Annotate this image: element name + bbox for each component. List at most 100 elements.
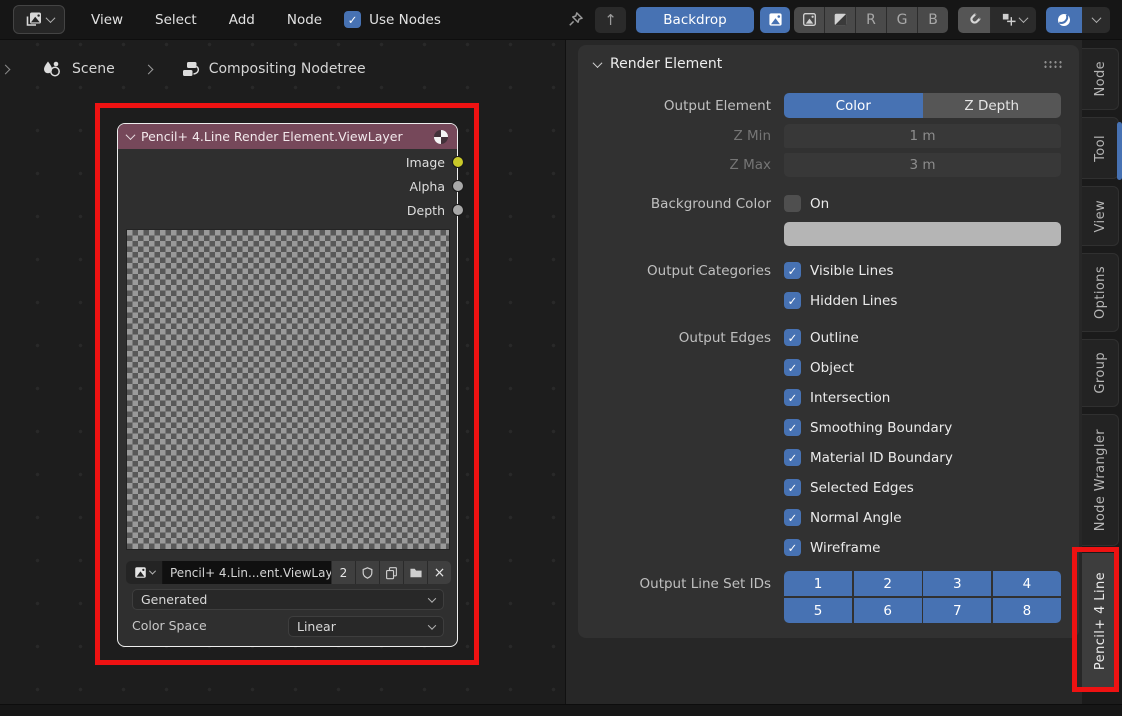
nodetree-icon — [180, 60, 201, 78]
line-set-id-7[interactable]: 7 — [923, 598, 991, 623]
line-set-id-6[interactable]: 6 — [854, 598, 922, 623]
image-alpha-button[interactable] — [794, 7, 825, 33]
row-line-set-ids-2: 5 6 7 8 — [578, 598, 1079, 623]
checkbox-icon: ✓ — [784, 539, 801, 556]
magnet-icon — [967, 12, 982, 27]
breadcrumb-scene[interactable]: Scene — [72, 61, 115, 77]
line-set-id-1[interactable]: 1 — [784, 571, 852, 596]
chevron-right-icon[interactable] — [1, 64, 11, 74]
check-icon: ✓ — [788, 361, 798, 375]
check-icon: ✓ — [788, 511, 798, 525]
checkbox-label: Material ID Boundary — [810, 450, 953, 466]
chevron-down-icon — [1092, 13, 1102, 23]
checkbox-label: Object — [810, 360, 854, 376]
line-set-id-2[interactable]: 2 — [854, 571, 922, 596]
row-line-set-ids-1: Output Line Set IDs 1 2 3 4 — [578, 571, 1079, 596]
node-header[interactable]: Pencil+ 4.Line Render Element.ViewLayer — [118, 124, 457, 149]
row-z-max: Z Max 3 m — [578, 152, 1079, 177]
pencil-line-render-element-node[interactable]: Pencil+ 4.Line Render Element.ViewLayer … — [117, 123, 458, 647]
scrollbar[interactable] — [1117, 122, 1122, 180]
image-source-dropdown[interactable]: Generated — [132, 589, 444, 610]
background-color-toggle[interactable]: On — [784, 195, 1061, 212]
chevron-down-icon[interactable] — [593, 58, 603, 68]
z-max-field[interactable]: 3 m — [784, 153, 1061, 177]
checkbox-selected-edges[interactable]: ✓ Selected Edges — [784, 479, 1061, 496]
overlays-dropdown[interactable] — [1083, 7, 1110, 33]
checkbox-outline[interactable]: ✓ Outline — [784, 329, 1061, 346]
tab-group[interactable]: Group — [1082, 339, 1119, 407]
checkbox-icon: ✓ — [784, 479, 801, 496]
drag-dots-icon[interactable] — [1043, 60, 1063, 69]
checkbox-intersection[interactable]: ✓ Intersection — [784, 389, 1061, 406]
color-space-dropdown[interactable]: Linear — [288, 616, 444, 637]
duplicate-image-button[interactable] — [379, 561, 403, 584]
pin-icon[interactable] — [567, 11, 584, 28]
socket-image[interactable] — [452, 156, 464, 168]
browse-image-button[interactable] — [126, 561, 163, 584]
image-color-channel-button[interactable] — [760, 7, 790, 33]
snap-target-icon — [1001, 12, 1016, 27]
field-label: Background Color — [578, 196, 771, 212]
line-set-id-3[interactable]: 3 — [923, 571, 991, 596]
checkbox-hidden-lines[interactable]: ✓ Hidden Lines — [784, 292, 1061, 309]
menu-select[interactable]: Select — [139, 0, 213, 40]
menu-node[interactable]: Node — [271, 0, 338, 40]
users-count-button[interactable]: 2 — [331, 561, 355, 584]
panel-header[interactable]: Render Element — [578, 45, 1079, 72]
checkbox-icon: ✓ — [784, 262, 801, 279]
checkbox-icon: ✓ — [784, 509, 801, 526]
row-outline: Output Edges ✓ Outline — [578, 325, 1079, 350]
socket-alpha[interactable] — [452, 180, 464, 192]
snap-settings-dropdown[interactable] — [991, 7, 1036, 33]
tab-label: Node Wrangler — [1093, 429, 1108, 531]
image-datablock-row: Pencil+ 4.Lin...ent.ViewLayer 2 — [126, 561, 451, 584]
output-element-segment: Color Z Depth — [784, 93, 1061, 118]
z-min-field[interactable]: 1 m — [784, 124, 1061, 148]
image-name-field[interactable]: Pencil+ 4.Lin...ent.ViewLayer — [163, 561, 331, 584]
sidebar-tab-strip: Node Tool View Options Group Node Wrangl… — [1082, 40, 1122, 704]
open-image-button[interactable] — [403, 561, 427, 584]
unlink-image-button[interactable]: × — [427, 561, 451, 584]
checkbox-visible-lines[interactable]: ✓ Visible Lines — [784, 262, 1061, 279]
chevron-down-icon[interactable] — [126, 130, 136, 140]
channel-b-button[interactable]: B — [918, 7, 948, 33]
checkbox-smoothing-boundary[interactable]: ✓ Smoothing Boundary — [784, 419, 1061, 436]
fake-user-button[interactable] — [355, 561, 379, 584]
socket-depth[interactable] — [452, 204, 464, 216]
row-material-id-boundary: ✓ Material ID Boundary — [578, 445, 1079, 470]
checkbox-wireframe[interactable]: ✓ Wireframe — [784, 539, 1061, 556]
option-z-depth[interactable]: Z Depth — [923, 93, 1062, 118]
chevron-down-icon — [428, 594, 436, 602]
line-set-id-8[interactable]: 8 — [993, 598, 1061, 623]
option-color[interactable]: Color — [784, 93, 923, 118]
menu-view[interactable]: View — [75, 0, 139, 40]
overlays-toggle[interactable] — [1046, 7, 1083, 33]
editor-type-button[interactable] — [13, 5, 65, 34]
tab-tool[interactable]: Tool — [1082, 117, 1119, 179]
tab-pencil-4-line[interactable]: Pencil+ 4 Line — [1082, 553, 1119, 689]
diagonal-split-button[interactable] — [825, 7, 856, 33]
snap-toggle[interactable] — [958, 7, 991, 33]
tab-options[interactable]: Options — [1082, 253, 1119, 332]
tab-label: View — [1093, 200, 1108, 232]
checkbox-material-id-boundary[interactable]: ✓ Material ID Boundary — [784, 449, 1061, 466]
menu-add[interactable]: Add — [213, 0, 271, 40]
parent-nodetree-button[interactable]: ↑ — [595, 7, 626, 33]
color-space-value: Linear — [297, 619, 336, 634]
tab-node[interactable]: Node — [1082, 48, 1119, 110]
tab-view[interactable]: View — [1082, 186, 1119, 246]
checkbox-icon: ✓ — [784, 329, 801, 346]
channel-g-button[interactable]: G — [887, 7, 918, 33]
line-set-id-5[interactable]: 5 — [784, 598, 852, 623]
tab-node-wrangler[interactable]: Node Wrangler — [1082, 414, 1119, 546]
checkbox-normal-angle[interactable]: ✓ Normal Angle — [784, 509, 1061, 526]
use-nodes-toggle[interactable]: ✓ Use Nodes — [344, 11, 441, 28]
channel-r-button[interactable]: R — [856, 7, 887, 33]
line-set-id-4[interactable]: 4 — [993, 571, 1061, 596]
backdrop-toggle[interactable]: Backdrop — [636, 7, 754, 33]
checkbox-label: Selected Edges — [810, 480, 914, 496]
background-color-swatch[interactable] — [784, 222, 1061, 246]
check-icon: ✓ — [788, 294, 798, 308]
checkbox-object[interactable]: ✓ Object — [784, 359, 1061, 376]
tab-label: Group — [1093, 352, 1108, 394]
